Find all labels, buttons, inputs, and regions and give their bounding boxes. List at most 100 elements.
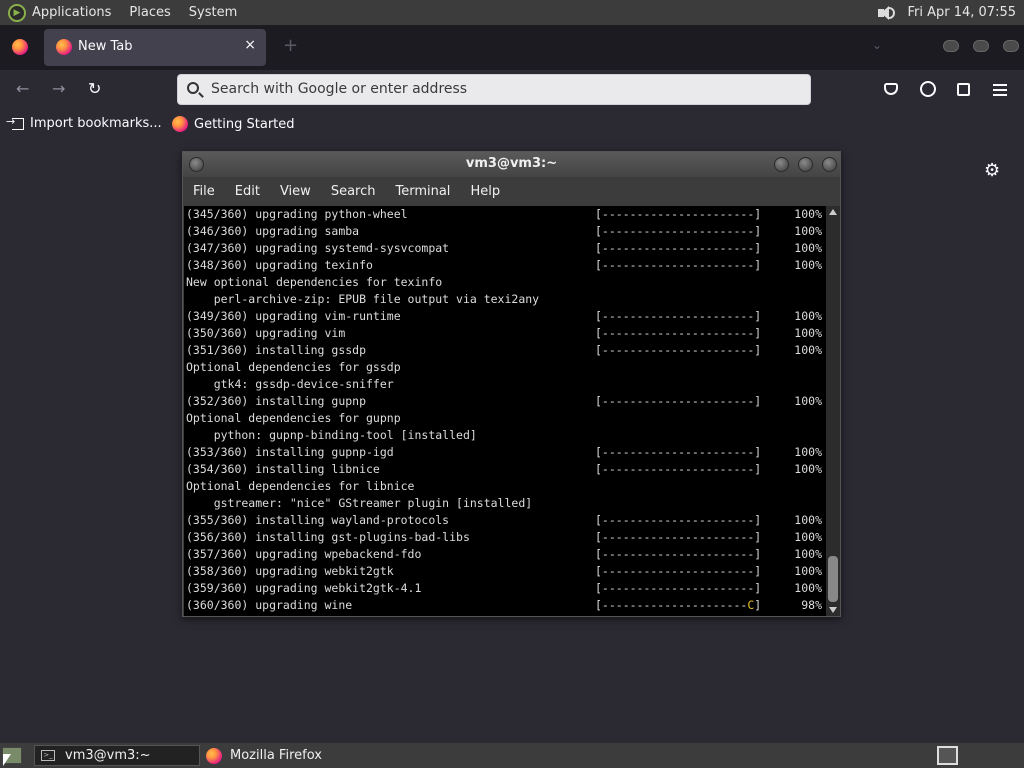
scroll-down-icon[interactable] bbox=[829, 607, 837, 613]
progress-percent: 100% bbox=[794, 513, 822, 527]
progress-percent: 100% bbox=[794, 547, 822, 561]
terminal-line-text: gtk4: gssdp-device-sniffer bbox=[186, 377, 394, 391]
progress-percent: 100% bbox=[794, 309, 822, 323]
bookmarks-toolbar: Import bookmarks... Getting Started bbox=[0, 109, 1024, 140]
progress-bar-text: [----------------------] bbox=[595, 581, 762, 595]
maximize-window-button[interactable] bbox=[973, 40, 989, 52]
bottom-panel: >_ vm3@vm3:~ Mozilla Firefox bbox=[0, 743, 1024, 768]
settings-gear-icon[interactable]: ⚙ bbox=[984, 160, 1000, 181]
menu-edit[interactable]: Edit bbox=[235, 184, 260, 199]
firefox-icon bbox=[172, 116, 188, 132]
search-icon bbox=[187, 82, 199, 94]
terminal-maximize-button[interactable] bbox=[798, 157, 813, 172]
terminal-line-text: New optional dependencies for texinfo bbox=[186, 275, 443, 289]
account-icon[interactable] bbox=[920, 81, 936, 97]
terminal-line-text: (346/360) upgrading samba bbox=[186, 224, 360, 238]
progress-bar-text: [----------------------] bbox=[595, 547, 762, 561]
progress-percent: 100% bbox=[794, 581, 822, 595]
bookmark-getting-started[interactable]: Getting Started bbox=[172, 116, 295, 132]
terminal-line-text: Optional dependencies for libnice bbox=[186, 479, 415, 493]
menu-terminal[interactable]: Terminal bbox=[395, 184, 450, 199]
terminal-line-text: (360/360) upgrading wine bbox=[186, 598, 353, 612]
menu-file[interactable]: File bbox=[193, 184, 215, 199]
bookmark-getting-started-label: Getting Started bbox=[194, 116, 295, 132]
taskbar-item-label: vm3@vm3:~ bbox=[65, 748, 151, 763]
pocket-icon[interactable] bbox=[884, 83, 898, 95]
terminal-line: New optional dependencies for texinfo bbox=[186, 274, 826, 291]
scroll-up-icon[interactable] bbox=[829, 209, 837, 215]
close-tab-icon[interactable]: × bbox=[244, 37, 256, 53]
close-window-button[interactable] bbox=[1003, 40, 1019, 52]
url-bar[interactable]: Search with Google or enter address bbox=[177, 74, 811, 105]
terminal-line-text: (345/360) upgrading python-wheel bbox=[186, 207, 408, 221]
progress-bar-text: [----------------------] bbox=[595, 513, 762, 527]
menu-applications[interactable]: Applications bbox=[32, 5, 111, 20]
terminal-line: (359/360) upgrading webkit2gtk-4.1 [-----… bbox=[186, 580, 826, 597]
hamburger-menu-icon[interactable] bbox=[993, 84, 1007, 96]
menu-help[interactable]: Help bbox=[470, 184, 500, 199]
bookmark-import[interactable]: Import bookmarks... bbox=[6, 115, 162, 132]
progress-percent: 100% bbox=[794, 530, 822, 544]
minimize-window-button[interactable] bbox=[943, 40, 959, 52]
terminal-line: (348/360) upgrading texinfo [------------… bbox=[186, 257, 826, 274]
terminal-line-text: (356/360) installing gst-plugins-bad-lib… bbox=[186, 530, 470, 544]
progress-bar-text: [----------------------] bbox=[595, 326, 762, 340]
menu-places[interactable]: Places bbox=[129, 5, 170, 20]
progress-percent: 98% bbox=[801, 598, 822, 612]
tab-new-tab[interactable]: New Tab × bbox=[44, 29, 266, 66]
progress-percent: 100% bbox=[794, 258, 822, 272]
terminal-line: (346/360) upgrading samba [--------------… bbox=[186, 223, 826, 240]
firefox-view-icon[interactable] bbox=[12, 39, 28, 55]
terminal-titlebar[interactable]: vm3@vm3:~ bbox=[183, 152, 840, 177]
distro-logo-icon[interactable]: ▶ bbox=[8, 3, 26, 22]
terminal-scrollbar[interactable] bbox=[826, 206, 840, 616]
terminal-line-text: (352/360) installing gupnp bbox=[186, 394, 367, 408]
terminal-line: perl-archive-zip: EPUB file output via t… bbox=[186, 291, 826, 308]
back-button[interactable]: ← bbox=[16, 79, 29, 98]
taskbar-item-terminal[interactable]: >_ vm3@vm3:~ bbox=[34, 745, 200, 766]
taskbar-item-firefox[interactable]: Mozilla Firefox bbox=[206, 745, 406, 766]
list-all-tabs-button[interactable]: ⌄ bbox=[872, 38, 882, 52]
terminal-minimize-button[interactable] bbox=[774, 157, 789, 172]
firefox-icon bbox=[56, 39, 72, 55]
terminal-line-text: Optional dependencies for gssdp bbox=[186, 360, 401, 374]
terminal-line-text: (355/360) installing wayland-protocols bbox=[186, 513, 450, 527]
progress-percent: 100% bbox=[794, 394, 822, 408]
terminal-line: (350/360) upgrading vim [----------------… bbox=[186, 325, 826, 342]
terminal-line: Optional dependencies for gssdp bbox=[186, 359, 826, 376]
scrollbar-thumb[interactable] bbox=[828, 556, 838, 602]
terminal-line-text: (351/360) installing gssdp bbox=[186, 343, 367, 357]
terminal-line: python: gupnp-binding-tool [installed] bbox=[186, 427, 826, 444]
progress-percent: 100% bbox=[794, 326, 822, 340]
progress-percent: 100% bbox=[794, 564, 822, 578]
terminal-line: (354/360) installing libnice [-----------… bbox=[186, 461, 826, 478]
terminal-line: (357/360) upgrading wpebackend-fdo [-----… bbox=[186, 546, 826, 563]
terminal-line: Optional dependencies for gupnp bbox=[186, 410, 826, 427]
terminal-line: gtk4: gssdp-device-sniffer bbox=[186, 376, 826, 393]
terminal-output[interactable]: (345/360) upgrading python-wheel [-------… bbox=[184, 206, 826, 616]
extensions-icon[interactable] bbox=[957, 83, 970, 96]
terminal-close-button[interactable] bbox=[822, 157, 837, 172]
terminal-line: (351/360) installing gssdp [-------------… bbox=[186, 342, 826, 359]
terminal-line-text: gstreamer: "nice" GStreamer plugin [inst… bbox=[186, 496, 533, 510]
menu-system[interactable]: System bbox=[189, 5, 237, 20]
progress-percent: 100% bbox=[794, 241, 822, 255]
terminal-line: Optional dependencies for libnice bbox=[186, 478, 826, 495]
bookmark-import-label: Import bookmarks... bbox=[30, 116, 162, 131]
top-panel: ▶ Applications Places System Fri Apr 14,… bbox=[0, 0, 1024, 25]
clock[interactable]: Fri Apr 14, 07:55 bbox=[907, 5, 1016, 20]
progress-percent: 100% bbox=[794, 224, 822, 238]
reload-button[interactable]: ↻ bbox=[88, 79, 101, 98]
speaker-volume-icon[interactable] bbox=[875, 4, 897, 22]
new-tab-button[interactable]: + bbox=[283, 37, 298, 55]
menu-view[interactable]: View bbox=[280, 184, 311, 199]
progress-bar-text: [----------------------] bbox=[595, 241, 762, 255]
mouse-pointer-icon bbox=[3, 754, 11, 766]
progress-bar-text: [----------------------] bbox=[595, 564, 762, 578]
menu-search[interactable]: Search bbox=[331, 184, 376, 199]
forward-button[interactable]: → bbox=[52, 79, 65, 98]
terminal-line-text: (348/360) upgrading texinfo bbox=[186, 258, 373, 272]
workspace-switcher[interactable] bbox=[937, 746, 958, 765]
taskbar-item-label: Mozilla Firefox bbox=[230, 748, 322, 763]
progress-bar-text: [----------------------] bbox=[595, 343, 762, 357]
